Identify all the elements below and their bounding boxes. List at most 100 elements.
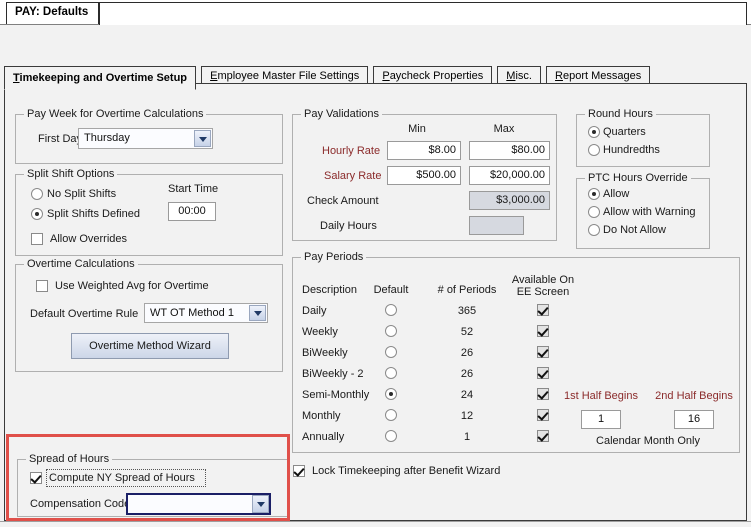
value-periods-weekly: 52	[460, 326, 474, 338]
radio-split-shifts-defined[interactable]	[31, 208, 43, 220]
label-check-amount: Check Amount	[307, 195, 379, 207]
label-compute-ny-spread-of-hours: Compute NY Spread of Hours	[49, 472, 195, 484]
chevron-down-icon[interactable]	[252, 495, 269, 513]
checkbox-compute-ny-spread-of-hours[interactable]	[30, 472, 42, 484]
label-calendar-month-only: Calendar Month Only	[596, 435, 700, 447]
chevron-down-icon[interactable]	[194, 130, 211, 147]
header-description: Description	[302, 284, 358, 296]
checkbox-available-semi-monthly[interactable]	[537, 388, 549, 400]
input-2nd-half-begins[interactable]: 16	[674, 410, 714, 429]
checkbox-available-weekly[interactable]	[537, 325, 549, 337]
radio-default-biweekly[interactable]	[385, 346, 397, 358]
value-periods-semi-monthly: 24	[460, 389, 474, 401]
group-round-hours: Round Hours Quarters Hundredths	[576, 108, 710, 167]
label-allow-overrides: Allow Overrides	[50, 233, 128, 245]
group-overtime-calculations: Overtime Calculations Use Weighted Avg f…	[15, 258, 283, 372]
document-tab-pay-defaults[interactable]: PAY: Defaults	[6, 2, 100, 24]
group-legend-overtime-calculations: Overtime Calculations	[24, 258, 138, 270]
checkbox-available-monthly[interactable]	[537, 409, 549, 421]
group-legend-ptc-hours-override: PTC Hours Override	[585, 172, 691, 184]
group-legend-pay-week: Pay Week for Overtime Calculations	[24, 108, 207, 120]
input-hourly-rate-max[interactable]: $80.00	[469, 141, 550, 160]
label-start-time: Start Time	[168, 183, 219, 195]
radio-default-biweekly-2[interactable]	[385, 367, 397, 379]
checkbox-available-biweekly-2[interactable]	[537, 367, 549, 379]
radio-round-hundredths[interactable]	[588, 144, 600, 156]
tab-employee-master-label: mployee Master File Settings	[217, 70, 360, 82]
group-ptc-hours-override: PTC Hours Override Allow Allow with Warn…	[576, 172, 710, 249]
tab-report-messages-label: eport Messages	[562, 70, 642, 82]
header-ee-screen: EE Screen	[516, 286, 570, 298]
group-pay-periods: Pay Periods Description Default # of Per…	[292, 251, 740, 453]
input-start-time[interactable]: 00:00	[168, 202, 216, 221]
toolbar-band	[0, 25, 751, 58]
group-legend-round-hours: Round Hours	[585, 108, 656, 120]
header-min: Min	[408, 123, 426, 135]
checkbox-available-daily[interactable]	[537, 304, 549, 316]
input-hourly-rate-min[interactable]: $8.00	[387, 141, 461, 160]
radio-default-semi-monthly[interactable]	[385, 388, 397, 400]
application-window: PAY: Defaults Timekeeping and Overtime S…	[0, 0, 751, 527]
checkbox-available-biweekly[interactable]	[537, 346, 549, 358]
tab-paycheck-label: aycheck Properties	[389, 70, 484, 82]
label-salary-rate: Salary Rate	[324, 170, 382, 182]
input-1st-half-begins[interactable]: 1	[581, 410, 621, 429]
checkbox-use-weighted-avg[interactable]	[36, 280, 48, 292]
button-overtime-method-wizard[interactable]: Overtime Method Wizard	[71, 333, 229, 359]
combo-first-day[interactable]: Thursday	[78, 128, 213, 149]
value-periods-monthly: 12	[460, 410, 474, 422]
label-period-annually: Annually	[302, 431, 345, 443]
label-period-monthly: Monthly	[302, 410, 341, 422]
label-lock-timekeeping: Lock Timekeeping after Benefit Wizard	[312, 465, 501, 477]
label-round-quarters: Quarters	[603, 126, 646, 138]
checkbox-lock-timekeeping[interactable]	[293, 465, 305, 477]
input-salary-rate-max[interactable]: $20,000.00	[469, 166, 550, 185]
combo-compensation-code[interactable]	[126, 493, 271, 515]
combo-default-overtime-rule-value: WT OT Method 1	[150, 307, 234, 319]
radio-default-annually[interactable]	[385, 430, 397, 442]
label-ptc-allow: Allow	[603, 188, 630, 200]
group-spread-of-hours: Spread of Hours Compute NY Spread of Hou…	[17, 453, 289, 517]
combo-default-overtime-rule[interactable]: WT OT Method 1	[144, 303, 268, 323]
label-ptc-do-not-allow: Do Not Allow	[603, 224, 666, 236]
input-salary-rate-min[interactable]: $500.00	[387, 166, 461, 185]
label-use-weighted-avg: Use Weighted Avg for Overtime	[55, 280, 209, 292]
radio-round-quarters[interactable]	[588, 126, 600, 138]
radio-no-split-shifts[interactable]	[31, 188, 43, 200]
header-default: Default	[373, 284, 409, 296]
group-legend-pay-periods: Pay Periods	[301, 251, 367, 263]
checkbox-available-annually[interactable]	[537, 430, 549, 442]
label-period-semi-monthly: Semi-Monthly	[302, 389, 370, 401]
radio-ptc-allow-with-warning[interactable]	[588, 206, 600, 218]
value-periods-daily: 365	[457, 305, 477, 317]
header-available-on: Available On	[511, 274, 575, 286]
group-legend-spread-of-hours: Spread of Hours	[26, 453, 113, 465]
label-period-weekly: Weekly	[302, 326, 338, 338]
radio-ptc-do-not-allow[interactable]	[588, 224, 600, 236]
radio-default-daily[interactable]	[385, 304, 397, 316]
tab-row: Timekeeping and Overtime Setup Employee …	[4, 63, 652, 90]
tab-timekeeping-and-overtime-setup[interactable]: Timekeeping and Overtime Setup	[4, 66, 197, 90]
chevron-down-icon[interactable]	[249, 305, 266, 321]
label-period-daily: Daily	[302, 305, 327, 317]
label-round-hundredths: Hundredths	[603, 144, 660, 156]
value-periods-annually: 1	[463, 431, 471, 443]
label-default-overtime-rule: Default Overtime Rule	[30, 308, 139, 320]
label-no-split-shifts: No Split Shifts	[47, 188, 117, 200]
checkbox-allow-overrides[interactable]	[31, 233, 43, 245]
label-compensation-code: Compensation Code	[30, 498, 131, 510]
label-2nd-half-begins: 2nd Half Begins	[655, 390, 733, 402]
label-1st-half-begins: 1st Half Begins	[564, 390, 638, 402]
label-hourly-rate: Hourly Rate	[322, 145, 381, 157]
radio-ptc-allow[interactable]	[588, 188, 600, 200]
header-max: Max	[493, 123, 515, 135]
window-bottom-edge	[0, 521, 751, 527]
value-periods-biweekly-2: 26	[460, 368, 474, 380]
tab-timekeeping-label: imekeeping and Overtime Setup	[19, 72, 188, 84]
document-tabstrip: PAY: Defaults	[0, 0, 751, 25]
tab-panel-timekeeping: Pay Week for Overtime Calculations First…	[4, 83, 747, 521]
label-split-shifts-defined: Split Shifts Defined	[47, 208, 140, 220]
radio-default-monthly[interactable]	[385, 409, 397, 421]
group-legend-pay-validations: Pay Validations	[301, 108, 383, 120]
radio-default-weekly[interactable]	[385, 325, 397, 337]
